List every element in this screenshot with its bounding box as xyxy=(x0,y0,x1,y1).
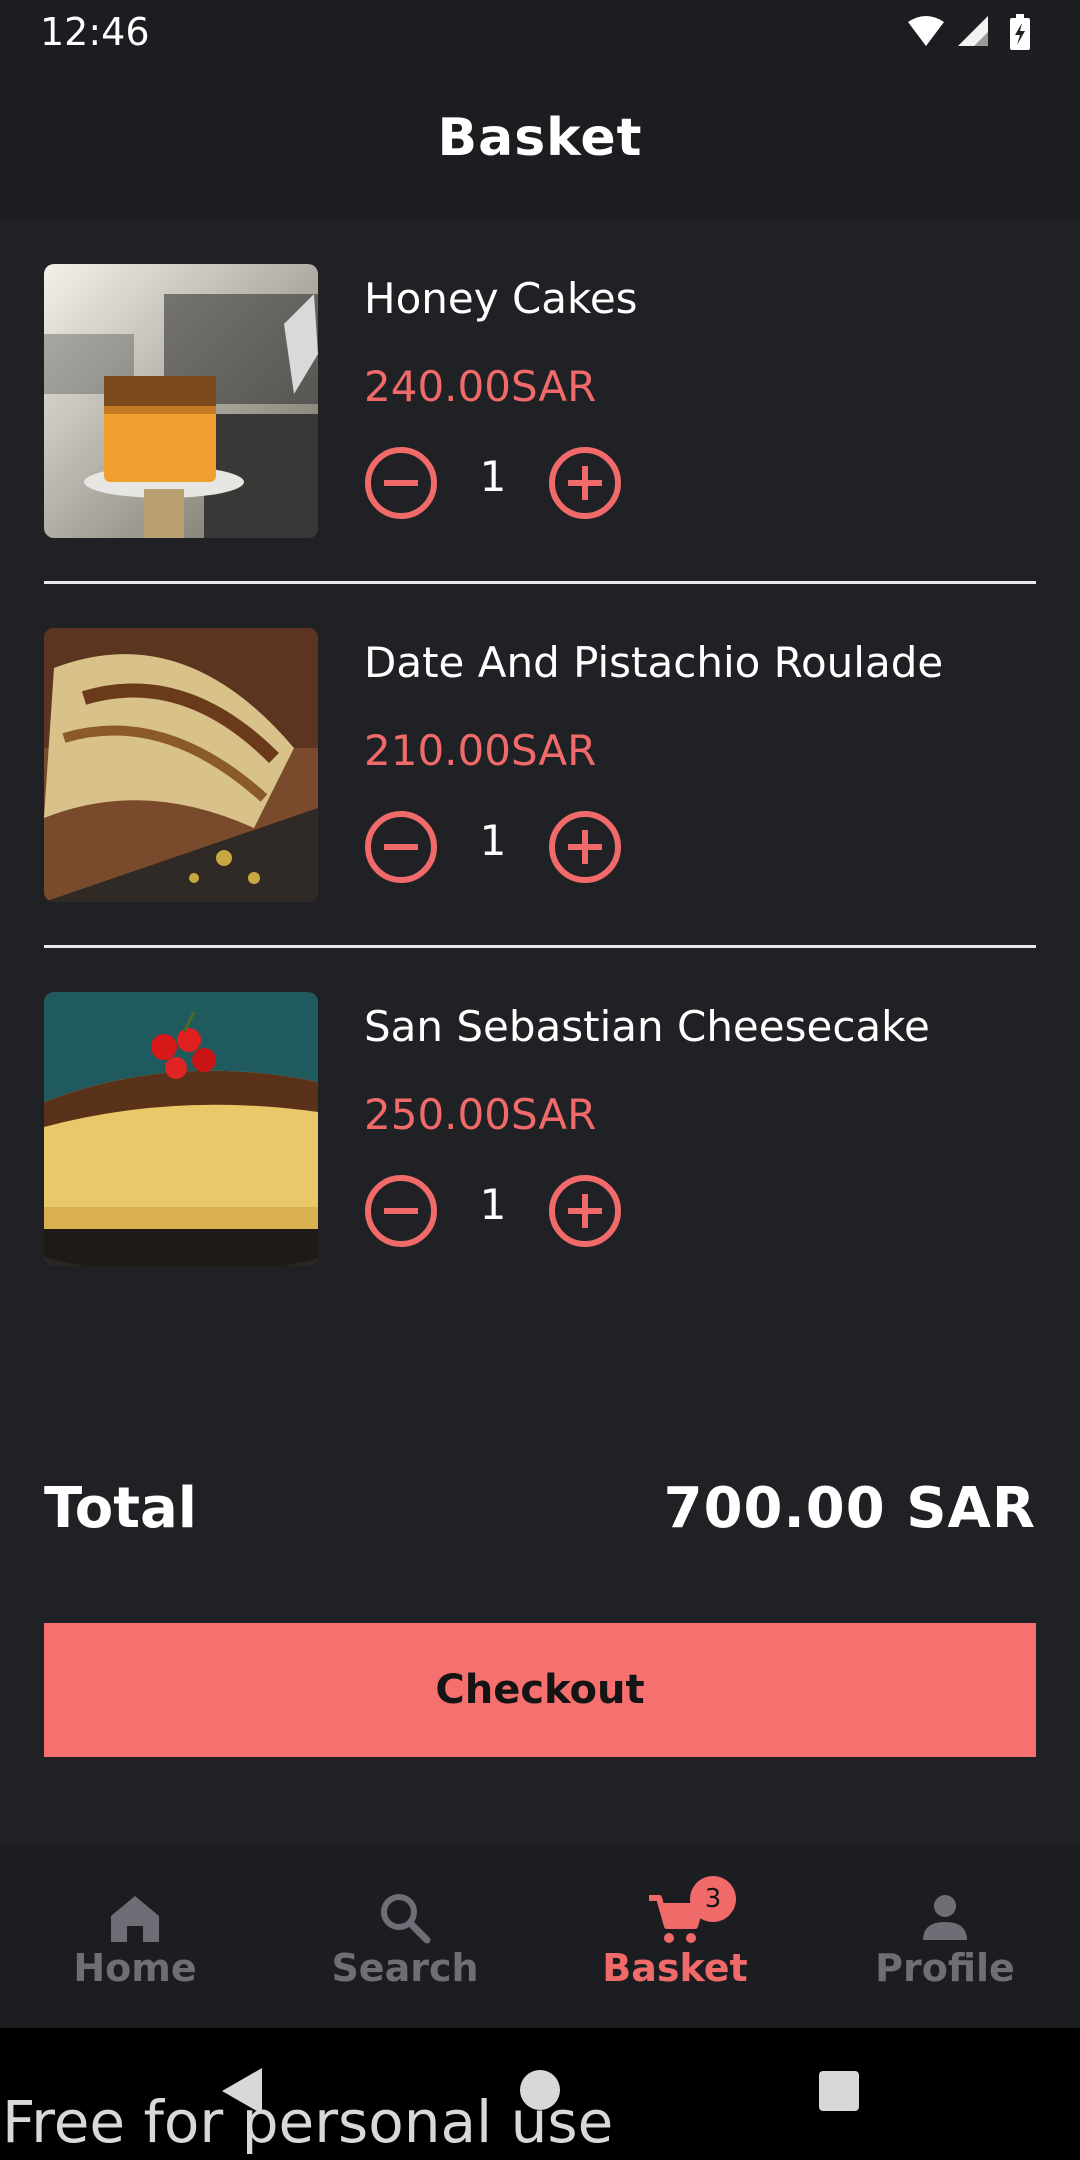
nav-label-home: Home xyxy=(73,1946,197,1990)
nav-item-basket[interactable]: 3 Basket xyxy=(540,1846,810,2028)
item-divider xyxy=(44,581,1036,584)
decrease-quantity-button[interactable] xyxy=(364,1174,438,1248)
minus-circle-icon xyxy=(365,447,437,519)
nav-item-home[interactable]: Home xyxy=(0,1846,270,2028)
product-image xyxy=(44,628,318,902)
status-bar: 12:46 xyxy=(0,0,1080,66)
signal-icon xyxy=(958,16,988,46)
bottom-nav: Home Search 3 Basket Profile xyxy=(0,1846,1080,2028)
item-name: Honey Cakes xyxy=(364,274,638,323)
nav-label-profile: Profile xyxy=(875,1946,1015,1990)
item-price: 250.00SAR xyxy=(364,1090,597,1139)
item-divider xyxy=(44,945,1036,948)
recents-button[interactable] xyxy=(818,2070,860,2116)
status-time: 12:46 xyxy=(40,10,150,54)
increase-quantity-button[interactable] xyxy=(548,446,622,520)
quantity-value: 1 xyxy=(479,452,507,501)
plus-circle-icon xyxy=(549,447,621,519)
checkout-button[interactable]: Checkout xyxy=(44,1623,1036,1757)
plus-circle-icon xyxy=(549,811,621,883)
increase-quantity-button[interactable] xyxy=(548,1174,622,1248)
nav-label-basket: Basket xyxy=(602,1946,748,1990)
person-icon xyxy=(915,1888,975,1948)
page-title: Basket xyxy=(437,108,643,168)
total-label: Total xyxy=(44,1476,197,1541)
battery-icon xyxy=(1010,14,1030,50)
item-price: 210.00SAR xyxy=(364,726,597,775)
product-image xyxy=(44,992,318,1266)
home-icon xyxy=(105,1888,165,1948)
plus-circle-icon xyxy=(549,1175,621,1247)
total-value: 700.00 SAR xyxy=(663,1476,1036,1541)
item-name: Date And Pistachio Roulade xyxy=(364,638,944,687)
recents-square-icon xyxy=(819,2071,859,2111)
increase-quantity-button[interactable] xyxy=(548,810,622,884)
nav-item-profile[interactable]: Profile xyxy=(810,1846,1080,2028)
decrease-quantity-button[interactable] xyxy=(364,810,438,884)
app-bar: Basket xyxy=(0,66,1080,220)
nav-label-search: Search xyxy=(331,1946,479,1990)
item-name: San Sebastian Cheesecake xyxy=(364,1002,930,1051)
quantity-value: 1 xyxy=(479,1180,507,1229)
search-icon xyxy=(375,1888,435,1948)
watermark-text: Free for personal use xyxy=(2,2088,614,2156)
minus-circle-icon xyxy=(365,1175,437,1247)
status-icons xyxy=(904,14,1044,54)
basket-item: Date And Pistachio Roulade 210.00SAR 1 xyxy=(44,628,1036,904)
minus-circle-icon xyxy=(365,811,437,883)
basket-item: Honey Cakes 240.00SAR 1 xyxy=(44,264,1036,540)
quantity-value: 1 xyxy=(479,816,507,865)
nav-item-search[interactable]: Search xyxy=(270,1846,540,2028)
product-image xyxy=(44,264,318,538)
cart-count-badge: 3 xyxy=(690,1876,736,1922)
decrease-quantity-button[interactable] xyxy=(364,446,438,520)
wifi-icon xyxy=(908,16,944,46)
item-price: 240.00SAR xyxy=(364,362,597,411)
basket-item: San Sebastian Cheesecake 250.00SAR 1 xyxy=(44,992,1036,1268)
